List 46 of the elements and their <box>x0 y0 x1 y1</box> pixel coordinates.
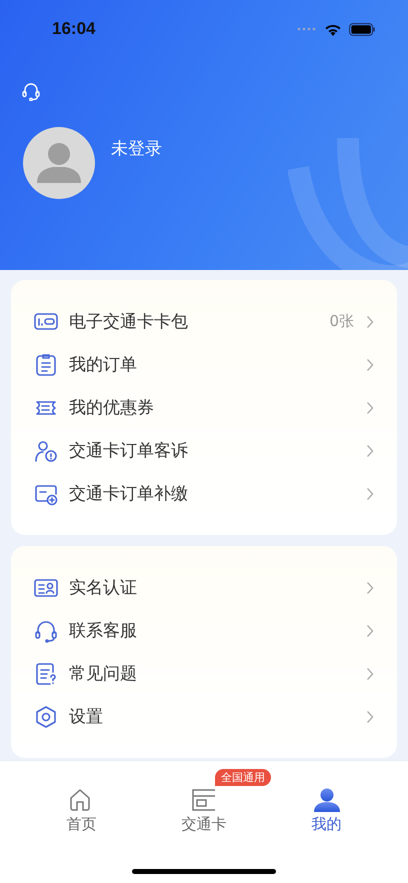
tab-item[interactable]: 我的 <box>282 787 372 834</box>
signal-icon <box>297 26 317 32</box>
menu-item[interactable]: 我的订单 <box>11 343 397 386</box>
menu-item[interactable]: 交通卡订单补缴 <box>11 472 397 515</box>
chevron-right-icon <box>366 358 374 372</box>
menu-item-label: 实名认证 <box>69 577 137 599</box>
menu-item-label: 常见问题 <box>69 663 137 685</box>
menu-item-label: 联系客服 <box>69 620 137 642</box>
menu-item-label: 交通卡订单客诉 <box>69 440 188 462</box>
menu-item-label: 我的优惠券 <box>69 397 154 419</box>
menu-item-label: 我的订单 <box>69 354 137 376</box>
login-status-text[interactable]: 未登录 <box>111 137 162 160</box>
chevron-right-icon <box>366 486 374 500</box>
chevron-right-icon <box>366 666 374 680</box>
tab-badge: 全国通用 <box>214 769 271 786</box>
chevron-right-icon <box>366 444 374 458</box>
status-time: 16:04 <box>52 19 96 39</box>
person-alert-icon <box>34 438 58 462</box>
clipboard-icon <box>34 352 58 376</box>
menu-item[interactable]: 我的优惠券 <box>11 386 397 429</box>
person-icon <box>312 787 341 813</box>
menu-item-label: 电子交通卡卡包 <box>69 311 188 333</box>
chevron-right-icon <box>366 580 374 594</box>
menu-item-label: 交通卡订单补缴 <box>69 483 188 505</box>
chevron-right-icon <box>366 314 374 328</box>
chevron-right-icon <box>366 710 374 724</box>
battery-icon <box>349 22 376 36</box>
settings-icon <box>34 704 58 728</box>
menu-item-label: 设置 <box>69 706 103 728</box>
menu-item[interactable]: 设置 <box>11 695 397 738</box>
headset-icon <box>34 618 58 642</box>
menu-item[interactable]: 实名认证 <box>11 566 397 609</box>
tab-item[interactable]: 交通卡 <box>158 787 249 834</box>
chevron-right-icon <box>366 624 374 638</box>
item-count: 0张 <box>329 312 354 331</box>
headset-icon[interactable] <box>21 81 41 101</box>
menu-item[interactable]: 电子交通卡卡包 0张 <box>11 300 397 343</box>
menu-item[interactable]: 常见问题 <box>11 652 397 695</box>
document-question-icon <box>34 662 58 686</box>
chevron-right-icon <box>366 400 374 414</box>
menu-item[interactable]: 交通卡订单客诉 <box>11 429 397 472</box>
wifi-icon <box>324 22 342 36</box>
avatar-icon[interactable] <box>23 127 95 199</box>
tab-item[interactable]: 首页 <box>36 787 126 834</box>
menu-item[interactable]: 联系客服 <box>11 609 397 652</box>
card-icon <box>190 787 218 813</box>
